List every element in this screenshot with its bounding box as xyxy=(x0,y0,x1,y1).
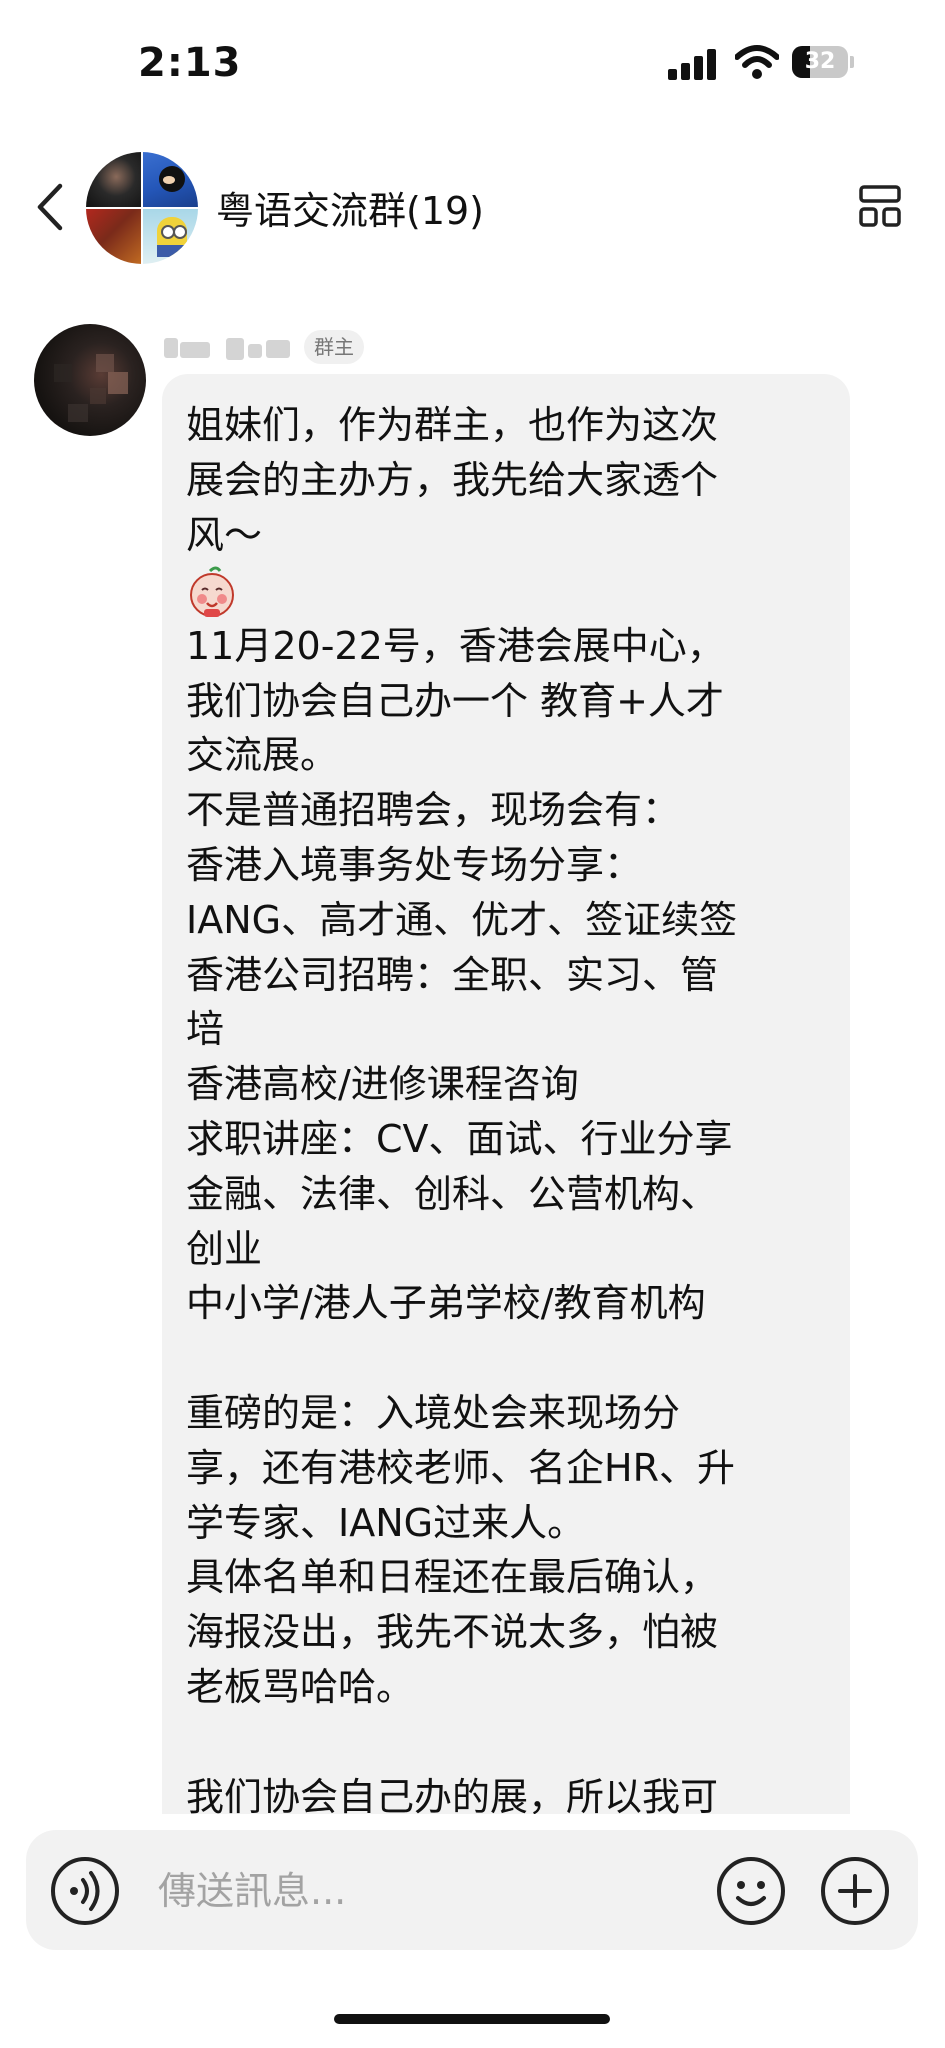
voice-icon[interactable] xyxy=(50,1856,120,1926)
message-text-part1: 姐妹们，作为群主，也作为这次 展会的主办方，我先给大家透个 风～ xyxy=(186,403,719,557)
group-title: 粤语交流群(19) xyxy=(216,189,485,233)
group-info-icon[interactable] xyxy=(858,184,902,228)
message-input[interactable] xyxy=(158,1858,718,1924)
plus-icon[interactable] xyxy=(820,1856,890,1926)
cellular-signal-icon xyxy=(668,48,718,80)
status-time: 2:13 xyxy=(138,40,242,86)
status-bar: 2:13 32 xyxy=(0,0,945,120)
sender-avatar[interactable] xyxy=(34,324,146,436)
group-owner-badge: 群主 xyxy=(304,330,364,364)
message-bubble[interactable]: 姐妹们，作为群主，也作为这次 展会的主办方，我先给大家透个 风～ 11月20-2… xyxy=(162,374,850,1814)
sender-name-blurred xyxy=(164,334,296,360)
wifi-icon xyxy=(735,45,779,79)
message-text: 姐妹们，作为群主，也作为这次 展会的主办方，我先给大家透个 风～ 11月20-2… xyxy=(186,398,834,1814)
home-indicator xyxy=(334,2014,610,2024)
emoji-icon[interactable] xyxy=(716,1856,786,1926)
message-composer xyxy=(26,1830,918,1950)
battery-icon: 32 xyxy=(792,46,854,78)
smiling-face-sticker-icon xyxy=(190,566,234,617)
battery-level: 32 xyxy=(804,49,836,74)
back-icon[interactable] xyxy=(30,180,74,234)
chat-header: 粤语交流群(19) xyxy=(0,140,945,270)
group-avatar[interactable] xyxy=(86,152,198,264)
message-text-part2: 11月20-22号，香港会展中心， 我们协会自己办一个 教育+人才 交流展。 不… xyxy=(186,623,738,1814)
